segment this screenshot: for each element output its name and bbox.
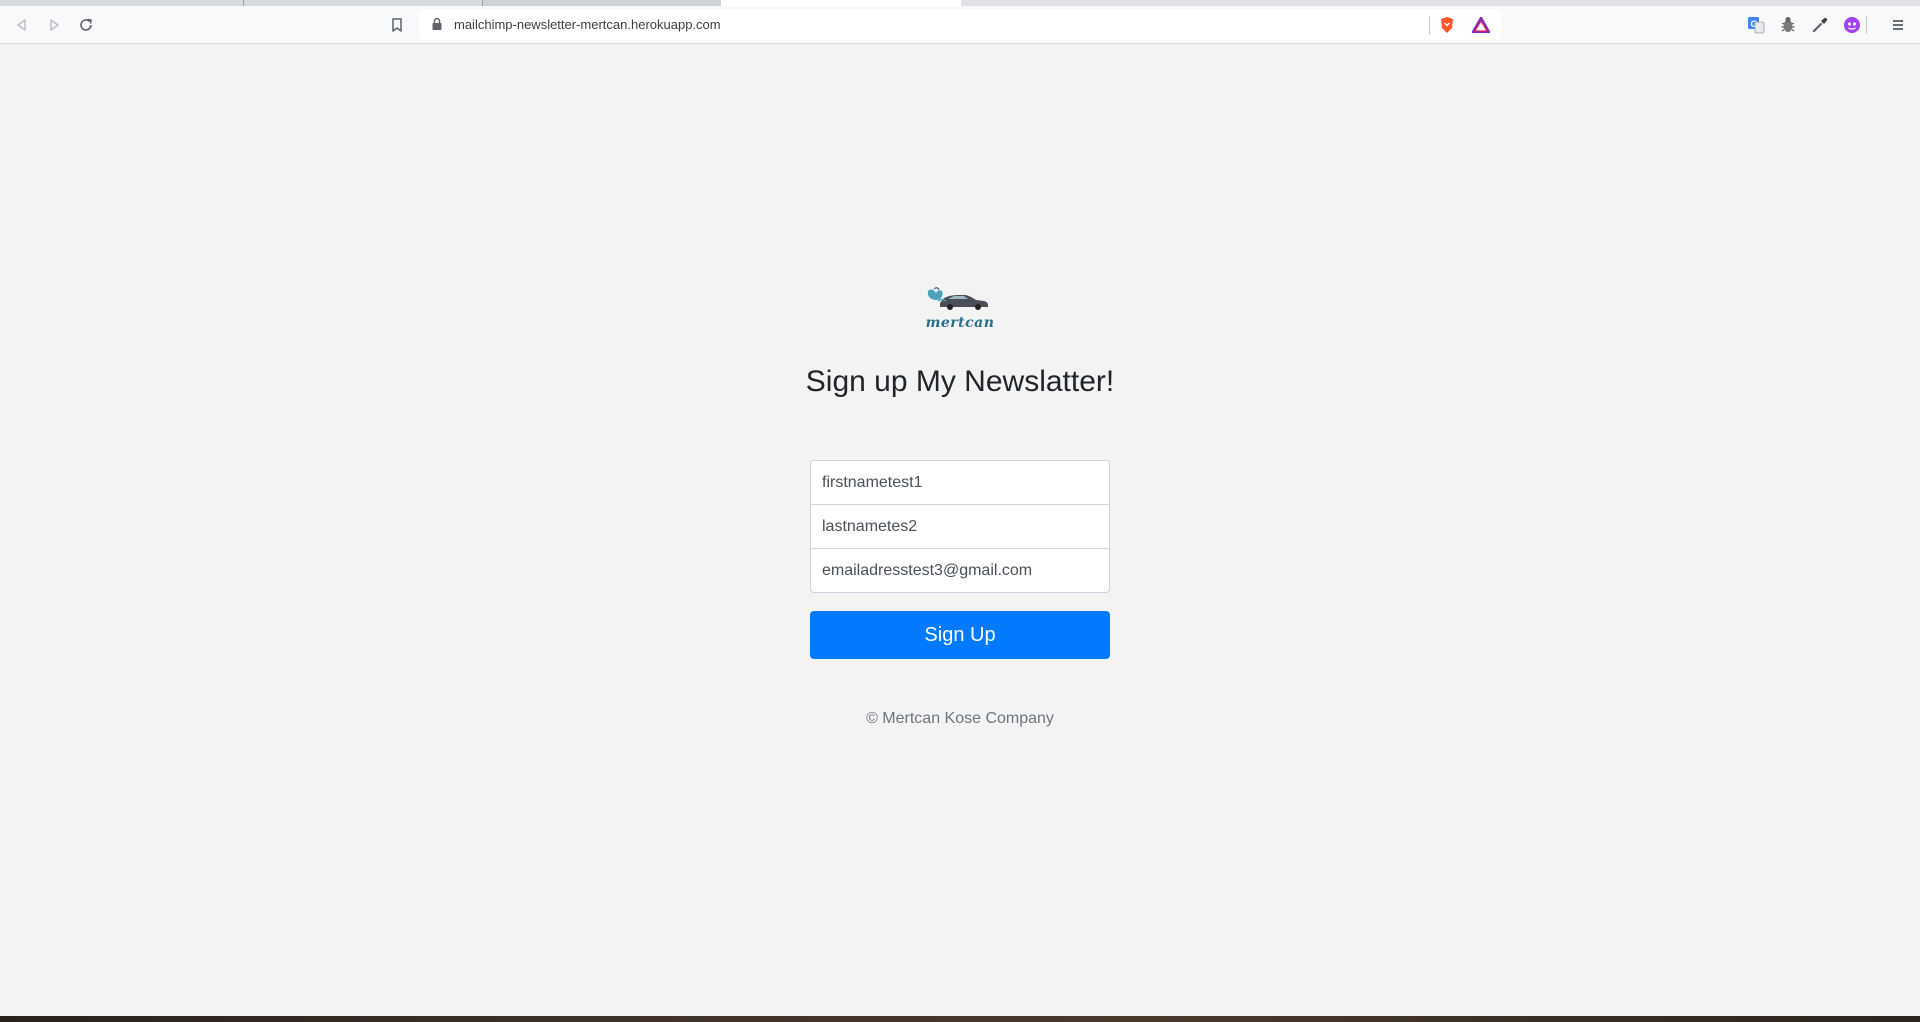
email-input[interactable] <box>810 548 1110 593</box>
sign-up-button[interactable]: Sign Up <box>810 611 1110 659</box>
profile-icon[interactable] <box>1842 15 1862 35</box>
signup-form <box>810 460 1110 593</box>
page-title: Sign up My Newslatter! <box>805 365 1115 398</box>
lock-icon[interactable] <box>431 17 443 36</box>
address-bar[interactable]: mailchimp-newsletter-mertcan.herokuapp.c… <box>419 10 1501 40</box>
first-name-input[interactable] <box>810 460 1110 505</box>
car-logo-icon <box>927 287 988 310</box>
browser-toolbar: mailchimp-newsletter-mertcan.herokuapp.c… <box>0 6 1920 44</box>
bookmark-icon[interactable] <box>384 12 410 38</box>
footer-copyright: © Mertcan Kose Company <box>866 710 1054 727</box>
brave-shields-icon[interactable] <box>1437 15 1457 35</box>
translate-icon[interactable]: G <box>1746 15 1766 35</box>
menu-icon[interactable] <box>1888 15 1908 35</box>
reload-icon[interactable] <box>73 12 99 38</box>
brand-logo: mertcan <box>924 285 996 337</box>
logo-wordmark: mertcan <box>925 315 995 331</box>
toolbar-divider <box>1866 16 1867 34</box>
forward-arrow-icon[interactable] <box>41 12 67 38</box>
back-arrow-icon[interactable] <box>9 12 35 38</box>
taskbar-edge <box>0 1016 1920 1022</box>
last-name-input[interactable] <box>810 504 1110 549</box>
url-text[interactable]: mailchimp-newsletter-mertcan.herokuapp.c… <box>454 17 721 32</box>
eyedropper-icon[interactable] <box>1810 15 1830 35</box>
url-separator <box>1429 16 1430 34</box>
bug-icon[interactable] <box>1778 15 1798 35</box>
brave-rewards-icon[interactable] <box>1471 15 1491 35</box>
